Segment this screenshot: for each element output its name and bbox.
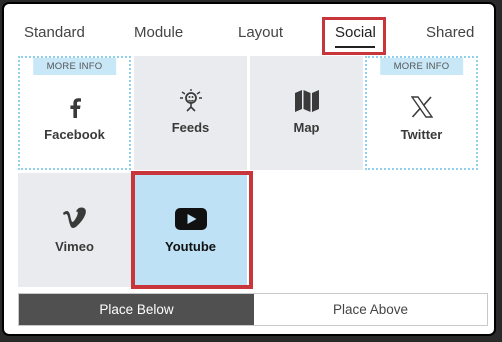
tab-bar: Standard Module Layout Social Shared bbox=[4, 4, 494, 55]
more-info-badge[interactable]: MORE INFO bbox=[379, 58, 464, 75]
youtube-highlight-box bbox=[131, 171, 253, 289]
tile-label: Vimeo bbox=[55, 239, 94, 254]
placement-button-group: Place Below Place Above bbox=[18, 293, 488, 326]
tile-feeds[interactable]: Feeds bbox=[134, 56, 247, 170]
tile-map[interactable]: Map bbox=[250, 56, 363, 170]
x-twitter-icon bbox=[410, 96, 433, 123]
tile-vimeo[interactable]: Vimeo bbox=[18, 173, 131, 287]
tab-highlight-box bbox=[322, 17, 386, 55]
more-info-badge[interactable]: MORE INFO bbox=[32, 58, 117, 75]
tile-twitter[interactable]: MORE INFO Twitter bbox=[365, 56, 478, 170]
widget-panel: Standard Module Layout Social Shared MOR… bbox=[2, 2, 496, 336]
map-icon bbox=[294, 90, 319, 117]
tab-layout[interactable]: Layout bbox=[238, 24, 283, 41]
tile-label: Facebook bbox=[44, 127, 105, 142]
place-above-button[interactable]: Place Above bbox=[254, 294, 487, 325]
tile-label: Feeds bbox=[171, 120, 210, 135]
facebook-icon bbox=[69, 98, 81, 123]
place-below-button[interactable]: Place Below bbox=[19, 294, 254, 325]
tab-standard[interactable]: Standard bbox=[24, 24, 85, 41]
tile-label: Map bbox=[293, 120, 320, 135]
tab-shared[interactable]: Shared bbox=[426, 24, 474, 41]
vimeo-icon bbox=[62, 207, 88, 234]
tile-facebook[interactable]: MORE INFO Facebook bbox=[18, 56, 131, 170]
feeds-icon bbox=[178, 89, 204, 118]
tab-module[interactable]: Module bbox=[134, 24, 183, 41]
tile-label: Twitter bbox=[400, 127, 443, 142]
